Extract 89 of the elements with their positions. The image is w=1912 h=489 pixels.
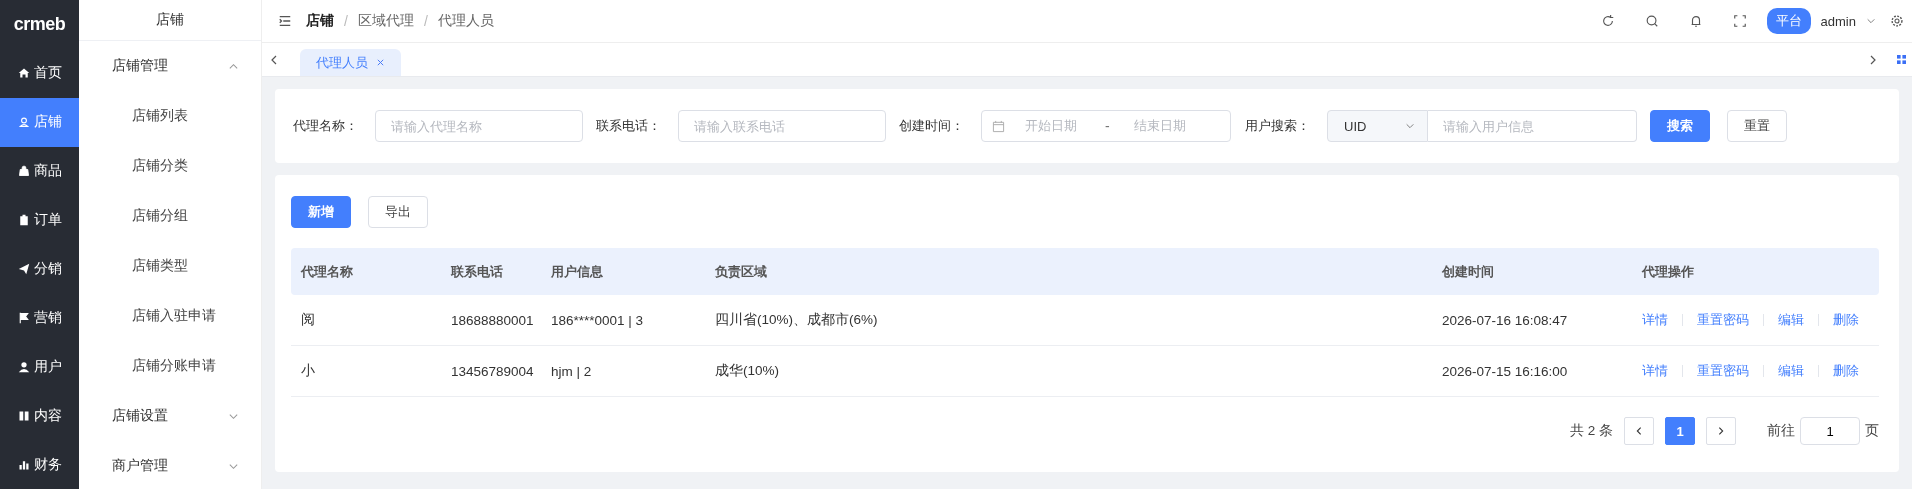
table-cell-text: 四川省(10%)、成都市(6%) xyxy=(714,311,879,329)
user-menu[interactable]: admin xyxy=(1820,13,1856,29)
action-link[interactable]: 详情 xyxy=(1642,362,1668,380)
submenu-item[interactable]: 店铺列表 xyxy=(79,91,261,141)
location-pin-icon xyxy=(17,116,30,129)
column-header: 创建时间 xyxy=(1441,262,1495,281)
submenu-group[interactable]: 店铺管理 xyxy=(79,41,261,91)
column-header: 代理操作 xyxy=(1640,262,1695,281)
action-link[interactable]: 删除 xyxy=(1833,311,1859,329)
field-label: 联系电话： xyxy=(596,117,661,135)
action-link[interactable]: 编辑 xyxy=(1778,311,1804,329)
breadcrumb-separator: / xyxy=(344,13,348,29)
submenu-group[interactable]: 店铺设置 xyxy=(79,391,261,441)
nav-item[interactable]: 用户 xyxy=(0,342,79,392)
chevron-right-icon xyxy=(1716,426,1726,436)
breadcrumb-item[interactable]: 店铺 xyxy=(306,12,334,30)
column-header: 联系电话 xyxy=(450,262,504,281)
caret-icon xyxy=(1866,16,1876,26)
submenu-group[interactable]: 商户管理 xyxy=(79,441,261,489)
search-icon[interactable] xyxy=(1644,14,1659,28)
page-input[interactable]: 1 xyxy=(1800,417,1860,445)
column-header: 负责区域 xyxy=(714,262,768,281)
export-button[interactable]: 导出 xyxy=(368,196,428,228)
table-cell-text: 18688880001 xyxy=(450,312,535,328)
clipboard-icon xyxy=(17,214,30,227)
nav-item[interactable]: 营销 xyxy=(0,293,79,343)
submenu-item[interactable]: 店铺入驻申请 xyxy=(79,291,261,341)
table-cell-text: hjm | 2 xyxy=(550,363,593,379)
fullscreen-icon[interactable] xyxy=(1732,14,1747,28)
page-suffix: 页 xyxy=(1865,422,1879,440)
breadcrumb-item[interactable]: 区域代理 xyxy=(357,12,414,30)
submenu-title: 店铺 xyxy=(79,0,261,41)
logo: crmeb xyxy=(12,12,67,36)
nav-item[interactable]: 订单 xyxy=(0,195,79,245)
total-count: 共 2 条 xyxy=(1570,422,1613,440)
table-cell-text: 成华(10%) xyxy=(714,362,780,380)
column-header: 代理名称 xyxy=(299,262,354,281)
paper-plane-icon xyxy=(17,263,30,275)
field-label: 代理名称： xyxy=(293,117,358,135)
nav-item[interactable]: 财务 xyxy=(0,440,79,489)
action-link[interactable]: 重置密码 xyxy=(1697,311,1749,329)
nav-item[interactable]: 分销 xyxy=(0,244,79,294)
refresh-icon[interactable] xyxy=(1600,14,1615,28)
action-link[interactable]: 编辑 xyxy=(1778,362,1804,380)
nav-item[interactable]: 商品 xyxy=(0,146,79,196)
type-select[interactable]: UID xyxy=(1327,110,1428,142)
submenu-item[interactable]: 店铺分组 xyxy=(79,191,261,241)
breadcrumb-item[interactable]: 代理人员 xyxy=(437,12,494,30)
submenu-item[interactable]: 店铺分类 xyxy=(79,141,261,191)
column-header: 用户信息 xyxy=(550,262,604,281)
table-cell-text: 小 xyxy=(300,362,316,380)
bar-chart-icon xyxy=(17,458,30,471)
input-field[interactable]: 请输入代理名称 xyxy=(375,110,583,142)
submenu-item[interactable]: 店铺类型 xyxy=(79,241,261,291)
caret-icon xyxy=(1405,121,1415,131)
nav-item[interactable]: 首页 xyxy=(0,48,79,98)
search-button[interactable]: 搜索 xyxy=(1650,110,1710,142)
user-icon xyxy=(17,360,30,373)
chevron-left-icon xyxy=(1634,426,1644,436)
table-cell-text: 2026-07-16 16:08:47 xyxy=(1441,312,1569,328)
input-field[interactable]: 请输入用户信息 xyxy=(1428,110,1637,142)
flag-icon xyxy=(17,311,30,324)
action-link[interactable]: 详情 xyxy=(1642,311,1668,329)
field-label: 用户搜索： xyxy=(1245,117,1310,135)
page-button[interactable]: 1 xyxy=(1665,417,1695,445)
settings-icon[interactable] xyxy=(1890,14,1904,28)
input-field[interactable]: 请输入联系电话 xyxy=(678,110,886,142)
nav-item[interactable]: 内容 xyxy=(0,391,79,441)
nav-item[interactable]: 店铺 xyxy=(0,97,79,147)
action-link[interactable]: 删除 xyxy=(1833,362,1859,380)
reset-button[interactable]: 重置 xyxy=(1727,110,1787,142)
goto-label: 前往 xyxy=(1767,422,1795,440)
date-range-field[interactable]: 开始日期 - 结束日期 xyxy=(981,110,1231,142)
submenu-item[interactable]: 店铺分账申请 xyxy=(79,341,261,391)
home-icon xyxy=(17,67,30,80)
table-cell-text: 2026-07-15 16:16:00 xyxy=(1441,363,1569,379)
table-cell-text: 13456789004 xyxy=(450,363,535,379)
grid-icon[interactable] xyxy=(1897,55,1906,64)
bag-icon xyxy=(17,165,30,178)
field-label: 创建时间： xyxy=(899,117,964,135)
close-icon[interactable] xyxy=(376,58,385,67)
table-cell-text: 阅 xyxy=(300,311,316,329)
action-link[interactable]: 重置密码 xyxy=(1697,362,1749,380)
breadcrumb-separator: / xyxy=(423,13,428,29)
calendar-icon xyxy=(992,119,1005,133)
platform-badge[interactable]: 平台 xyxy=(1766,8,1811,34)
table-cell-text: 186****0001 | 3 xyxy=(550,312,645,328)
add-button[interactable]: 新增 xyxy=(291,196,351,228)
menu-icon[interactable] xyxy=(278,14,292,28)
